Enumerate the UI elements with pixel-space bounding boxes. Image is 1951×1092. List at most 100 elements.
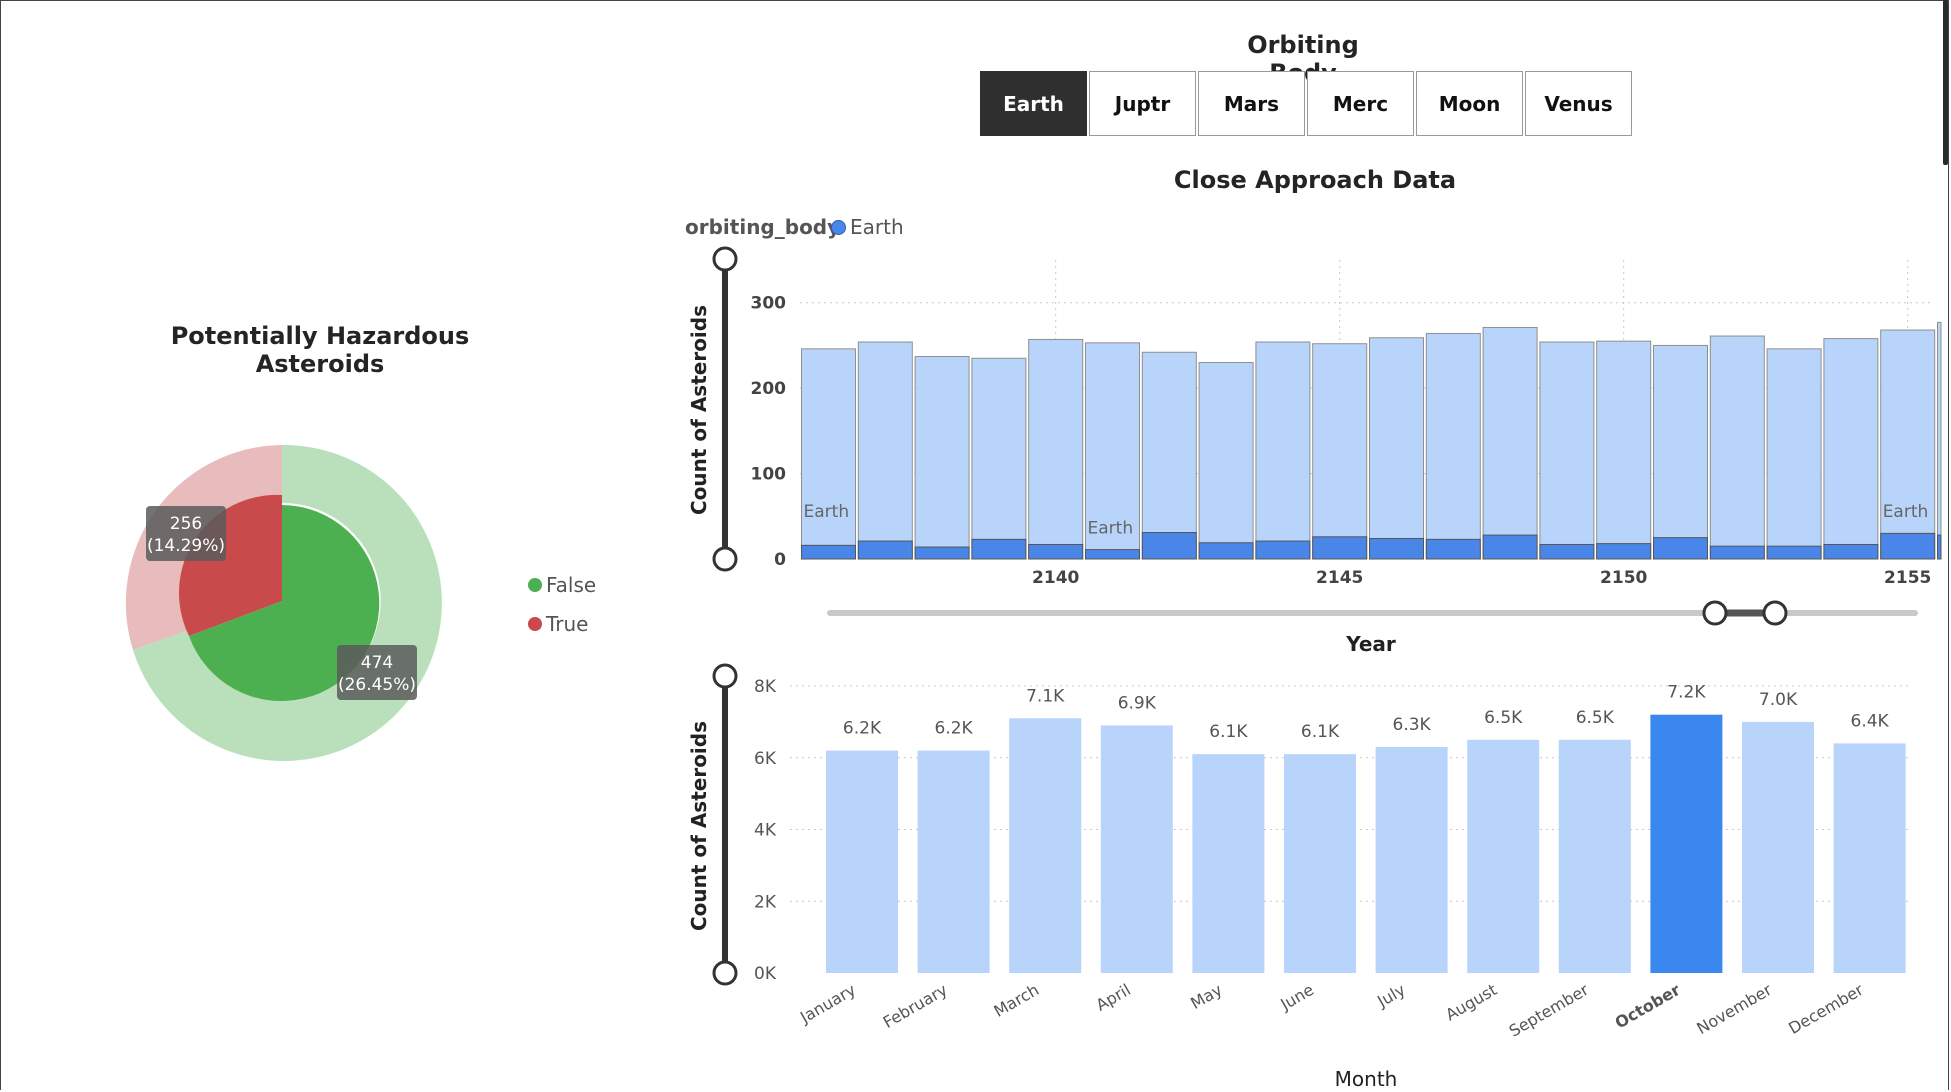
month-x-tick: April [1093, 980, 1134, 1015]
month-x-tick: March [990, 980, 1042, 1021]
month-bar-november[interactable] [1742, 721, 1814, 973]
month-data-label: 6.5K [1576, 708, 1615, 728]
month-bar-march[interactable] [1009, 718, 1082, 973]
year-bar-total[interactable] [914, 356, 970, 560]
month-data-label: 7.0K [1759, 690, 1798, 710]
year-bar-total[interactable] [1198, 362, 1254, 560]
year-bar-earth[interactable] [971, 538, 1027, 560]
year-bar-earth[interactable] [1198, 542, 1254, 560]
year-y-zoom-handle-top[interactable] [712, 246, 738, 272]
month-bar-october[interactable] [1650, 714, 1723, 973]
year-bar-total[interactable] [1141, 351, 1197, 560]
month-data-label: 7.2K [1667, 683, 1706, 703]
year-y-axis-title: Count of Asteroids [687, 305, 711, 515]
year-bar-total[interactable] [1369, 337, 1424, 560]
year-bar-total[interactable] [1709, 335, 1765, 560]
month-data-label: 6.9K [1118, 693, 1157, 713]
year-bar-total[interactable] [1823, 338, 1879, 560]
month-bar-september[interactable] [1558, 739, 1631, 973]
hazardous-donut-chart[interactable]: 256 (14.29%) 474 (26.45%) [125, 444, 442, 761]
year-y-tick: 300 [751, 294, 787, 314]
month-y-zoom-handle-bottom[interactable] [712, 960, 738, 986]
year-bar-total[interactable] [1255, 341, 1311, 560]
year-bar-earth[interactable] [1028, 543, 1084, 560]
year-bar-earth[interactable] [1085, 549, 1140, 560]
year-y-tick: 0 [774, 550, 786, 570]
donut-false-pct-label: (26.45%) [338, 675, 416, 695]
month-data-label: 7.1K [1026, 686, 1065, 706]
year-bar-total[interactable] [1425, 332, 1481, 560]
month-y-zoom-handle-top[interactable] [712, 663, 738, 689]
month-data-label: 6.2K [935, 719, 974, 739]
month-x-tick: January [796, 980, 859, 1027]
month-data-label: 6.3K [1393, 715, 1432, 735]
month-bar-february[interactable] [917, 750, 990, 973]
month-bar-january[interactable] [826, 750, 898, 973]
month-x-tick: November [1693, 980, 1775, 1038]
month-x-tick: December [1785, 980, 1867, 1038]
month-bar-june[interactable] [1284, 754, 1356, 973]
year-bar-total[interactable] [1028, 338, 1084, 560]
month-x-tick: June [1276, 980, 1317, 1014]
year-bar-total[interactable] [1312, 343, 1368, 560]
donut-true-value-label: 256 [170, 514, 202, 534]
year-x-zoom-handle-left[interactable] [1702, 600, 1728, 626]
year-x-tick: 2150 [1600, 568, 1647, 588]
month-x-tick: August [1442, 980, 1500, 1024]
month-x-tick: September [1506, 980, 1592, 1041]
month-bar-may[interactable] [1192, 754, 1265, 973]
donut-true-pct-label: (14.29%) [147, 536, 225, 556]
year-bar-total[interactable] [857, 341, 913, 560]
month-data-label: 6.2K [843, 719, 882, 739]
year-data-label: Earth [1883, 502, 1929, 522]
year-bar-earth[interactable] [1369, 537, 1424, 560]
year-bar-earth[interactable] [1312, 536, 1368, 560]
year-bar-earth[interactable] [1880, 532, 1936, 560]
year-y-zoom-handle-bottom[interactable] [712, 546, 738, 572]
year-bar-earth[interactable] [1766, 545, 1822, 560]
month-x-tick: July [1373, 980, 1408, 1011]
month-y-tick: 0K [754, 964, 777, 984]
year-x-tick: 2140 [1032, 568, 1079, 588]
year-y-tick: 200 [751, 379, 787, 399]
year-bar-earth[interactable] [1823, 543, 1879, 560]
year-bar-total[interactable] [1880, 329, 1936, 560]
month-bar-july[interactable] [1375, 746, 1448, 973]
year-bar-earth[interactable] [1937, 534, 1942, 560]
month-data-label: 6.1K [1301, 722, 1340, 742]
year-bar-total[interactable] [1653, 344, 1708, 560]
year-x-tick: 2155 [1884, 568, 1931, 588]
year-bar-earth[interactable] [1255, 540, 1311, 560]
year-x-tick: 2145 [1316, 568, 1363, 588]
month-data-label: 6.4K [1851, 711, 1890, 731]
year-bar-earth[interactable] [1482, 534, 1538, 560]
year-bar-total[interactable] [801, 348, 856, 560]
month-data-label: 6.1K [1209, 722, 1248, 742]
year-bar-earth[interactable] [1425, 538, 1481, 560]
year-bar-total[interactable] [1482, 326, 1538, 560]
month-bar-april[interactable] [1100, 725, 1173, 973]
donut-false-value-label: 474 [361, 653, 393, 673]
month-data-label: 6.5K [1484, 708, 1523, 728]
year-bar-earth[interactable] [914, 546, 970, 560]
year-bar-earth[interactable] [857, 540, 913, 560]
year-bar-total[interactable] [1766, 348, 1822, 560]
month-bar-chart[interactable]: 6.2K January 6.2K February 7.1K March 6.9K Apri… [687, 663, 1910, 1091]
year-bar-earth[interactable] [1141, 532, 1197, 560]
year-bar-earth[interactable] [1596, 543, 1652, 560]
year-bar-total[interactable] [1539, 341, 1595, 560]
month-x-tick: February [880, 980, 951, 1032]
month-y-tick: 4K [754, 821, 777, 841]
year-bar-earth[interactable] [1709, 545, 1765, 560]
year-bar-earth[interactable] [1653, 537, 1708, 560]
year-x-zoom-handle-right[interactable] [1762, 600, 1788, 626]
year-bar-earth[interactable] [1539, 543, 1595, 560]
month-bar-december[interactable] [1833, 743, 1906, 973]
year-bar-total[interactable] [1937, 321, 1942, 560]
year-bar-total[interactable] [971, 357, 1027, 560]
year-bar-total[interactable] [1596, 340, 1652, 560]
year-bar-chart[interactable]: Earth Earth Earth 0 100 200 300 2140 2145 2150 215… [687, 246, 1942, 656]
month-bar-august[interactable] [1467, 739, 1540, 973]
year-data-label: Earth [804, 502, 850, 522]
year-bar-earth[interactable] [801, 544, 856, 560]
